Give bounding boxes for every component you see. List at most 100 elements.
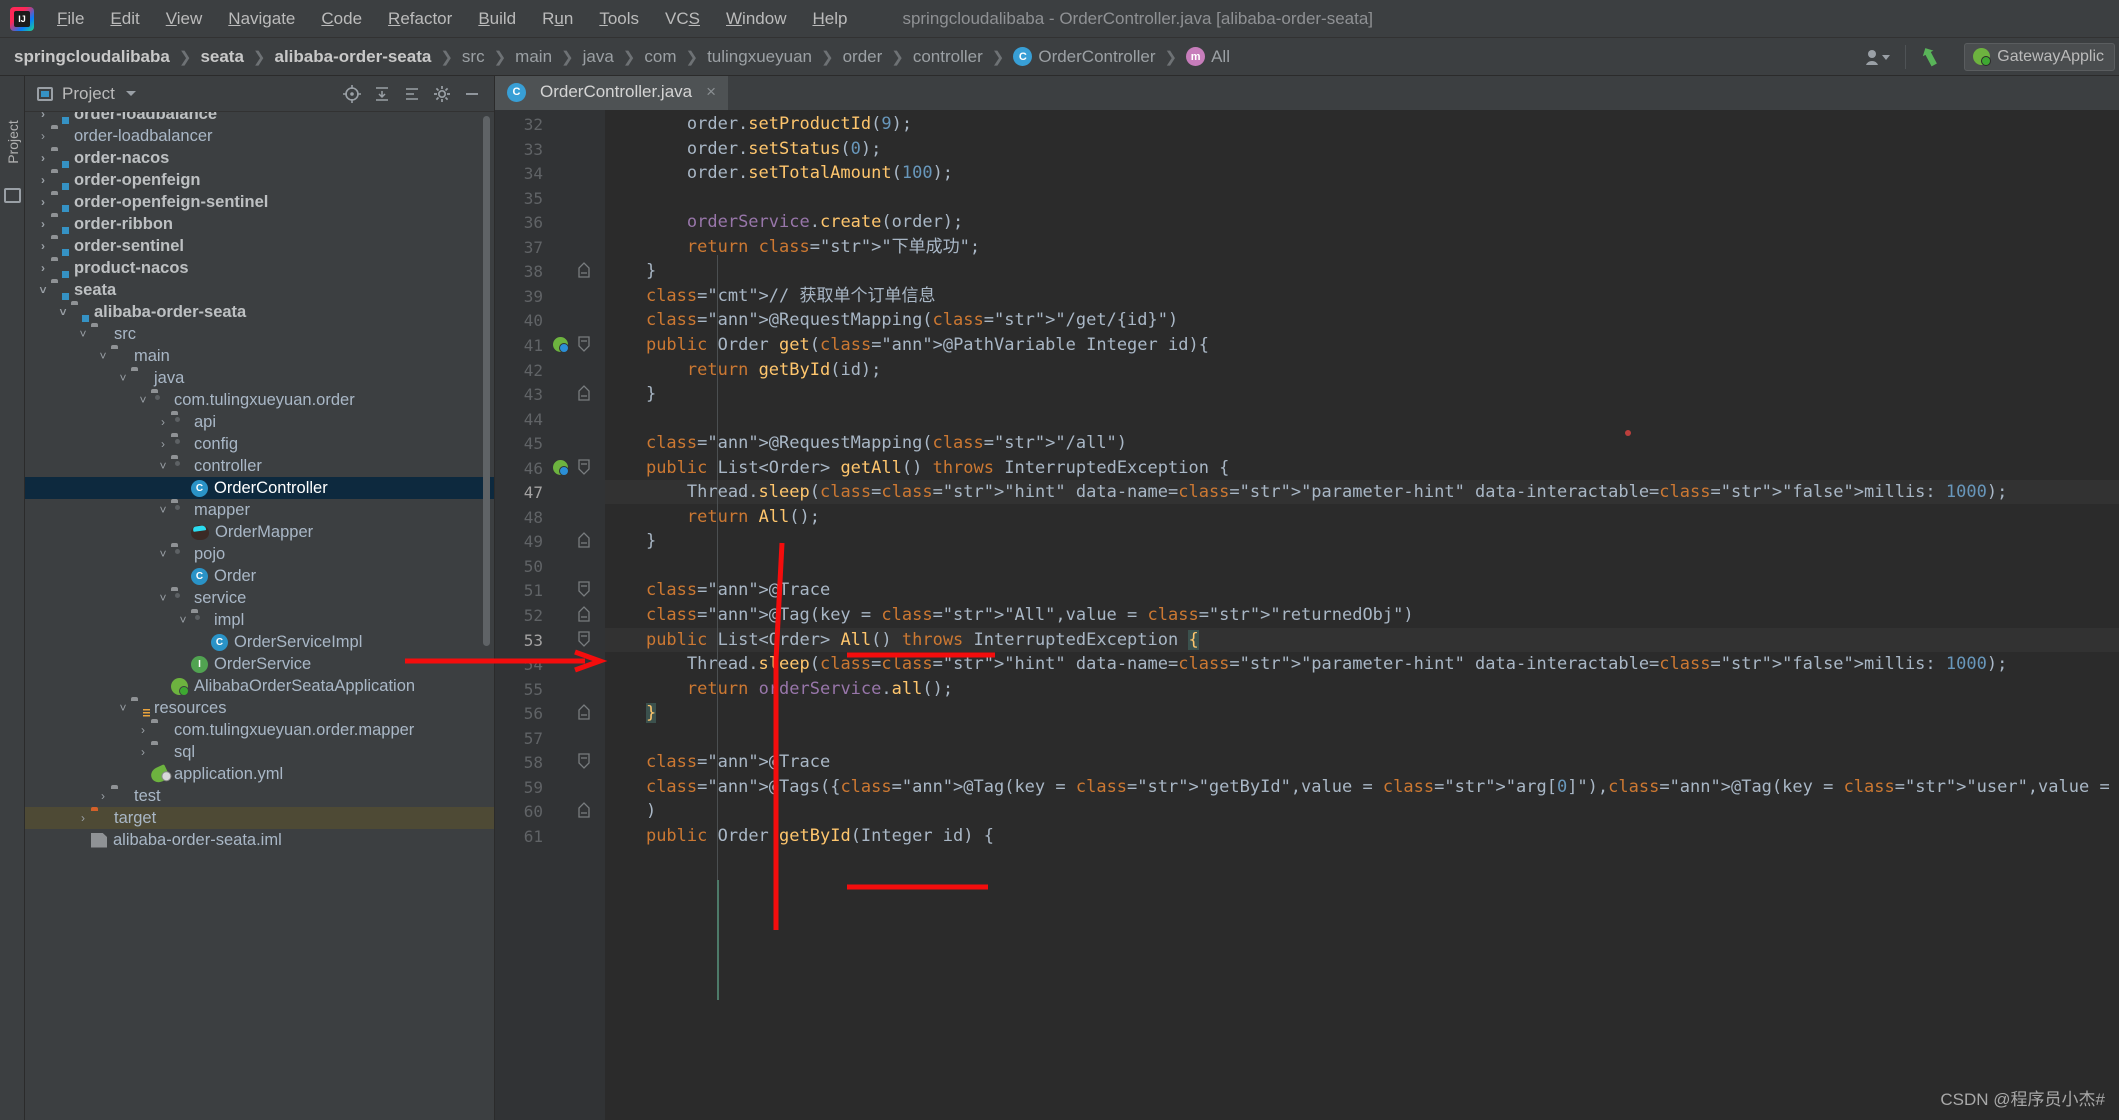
breadcrumb-main[interactable]: main — [515, 47, 552, 67]
fold-end-icon[interactable] — [577, 606, 591, 625]
tree-node-order[interactable]: C Order — [25, 565, 494, 587]
chevron-right-icon[interactable]: › — [35, 195, 51, 209]
tree-node-target[interactable]: › target — [25, 807, 494, 829]
chevron-right-icon[interactable]: › — [155, 415, 171, 429]
menu-window[interactable]: Window — [713, 5, 799, 33]
editor-vertical-scrollbar[interactable] — [2106, 110, 2119, 1120]
tree-node-sql[interactable]: › sql — [25, 741, 494, 763]
collapse-all-icon[interactable] — [368, 80, 396, 108]
breadcrumb-controller[interactable]: controller — [913, 47, 983, 67]
code-line[interactable]: order.setTotalAmount(100); — [605, 161, 953, 186]
tree-node-mapper[interactable]: ˅ mapper — [25, 499, 494, 521]
chevron-down-icon[interactable]: ˅ — [155, 503, 171, 517]
fold-end-icon[interactable] — [577, 532, 591, 551]
tree-node-com-tulingxueyuan-order[interactable]: ˅ com.tulingxueyuan.order — [25, 389, 494, 411]
menu-help[interactable]: Help — [799, 5, 860, 33]
chevron-right-icon[interactable]: › — [35, 151, 51, 165]
code-line[interactable]: } — [605, 529, 656, 554]
chevron-right-icon[interactable]: › — [35, 239, 51, 253]
tree-node-com-tulingxueyuan-order-mapper[interactable]: › com.tulingxueyuan.order.mapper — [25, 719, 494, 741]
chevron-down-icon[interactable]: ˅ — [155, 547, 171, 561]
breadcrumb-com[interactable]: com — [644, 47, 676, 67]
breadcrumb-all-method[interactable]: m All — [1186, 47, 1230, 67]
tree-node-alibaba-order-seata[interactable]: ˅ alibaba-order-seata — [25, 301, 494, 323]
menu-run[interactable]: Run — [529, 5, 586, 33]
menu-vcs[interactable]: VCS — [652, 5, 713, 33]
menu-view[interactable]: View — [153, 5, 216, 33]
chevron-down-icon[interactable] — [125, 91, 136, 96]
breadcrumb-seata[interactable]: seata — [200, 47, 243, 67]
editor-tab-ordercontroller[interactable]: C OrderController.java × — [495, 76, 729, 110]
tree-node-order-openfeign-sentinel[interactable]: › order-openfeign-sentinel — [25, 191, 494, 213]
tree-node-order-loadbalance[interactable]: › order-loadbalance — [25, 112, 494, 125]
project-tree[interactable]: › order-loadbalance › order-loadbalancer › or… — [25, 112, 494, 1120]
chevron-down-icon[interactable]: ˅ — [55, 305, 71, 319]
hide-panel-icon[interactable] — [458, 80, 486, 108]
menu-tools[interactable]: Tools — [586, 5, 652, 33]
menu-refactor[interactable]: Refactor — [375, 5, 465, 33]
fold-end-icon[interactable] — [577, 262, 591, 281]
user-settings-icon[interactable] — [1857, 38, 1899, 76]
breadcrumb-tulingxueyuan[interactable]: tulingxueyuan — [707, 47, 812, 67]
code-line[interactable]: public Order getById(Integer id) { — [605, 824, 994, 849]
tree-node-alibaba-order-seata-iml[interactable]: alibaba-order-seata.iml — [25, 829, 494, 851]
breadcrumb-ordercontroller[interactable]: C OrderController — [1013, 47, 1156, 67]
chevron-right-icon[interactable]: › — [35, 217, 51, 231]
spring-request-mapping-gutter-icon[interactable] — [553, 459, 569, 476]
tree-node-order-sentinel[interactable]: › order-sentinel — [25, 235, 494, 257]
code-line[interactable]: order.setProductId(9); — [605, 112, 912, 137]
breadcrumb-order[interactable]: order — [843, 47, 883, 67]
tree-node-api[interactable]: › api — [25, 411, 494, 433]
tree-node-order-openfeign[interactable]: › order-openfeign — [25, 169, 494, 191]
spring-request-mapping-gutter-icon[interactable] — [553, 336, 569, 353]
code-line[interactable]: class="cmt">// 获取单个订单信息 — [605, 284, 936, 309]
chevron-down-icon[interactable]: ˅ — [95, 349, 111, 363]
tree-node-controller[interactable]: ˅ controller — [25, 455, 494, 477]
code-line[interactable]: return class="str">"下单成功"; — [605, 235, 980, 260]
fold-end-icon[interactable] — [577, 802, 591, 821]
code-editor[interactable]: 32 order.setProductId(9); 33 order.setSta… — [495, 110, 2119, 1120]
chevron-down-icon[interactable]: ˅ — [135, 393, 151, 407]
code-line[interactable]: public Order get(class="ann">@PathVariab… — [605, 333, 1209, 358]
code-line[interactable]: class="ann">@RequestMapping(class="str">… — [605, 308, 1178, 333]
settings-gear-icon[interactable] — [428, 80, 456, 108]
chevron-right-icon[interactable]: › — [35, 129, 51, 143]
tool-window-button-project[interactable]: Project — [5, 116, 21, 168]
chevron-right-icon[interactable]: › — [35, 261, 51, 275]
code-line[interactable]: orderService.create(order); — [605, 210, 963, 235]
menu-build[interactable]: Build — [465, 5, 529, 33]
tree-node-service[interactable]: ˅ service — [25, 587, 494, 609]
tree-node-orderservice[interactable]: I OrderService — [25, 653, 494, 675]
code-line[interactable]: class="ann">@Tag(key = class="str">"All"… — [605, 603, 1414, 628]
tree-node-config[interactable]: › config — [25, 433, 494, 455]
run-configuration-selector[interactable]: GatewayApplic — [1964, 42, 2115, 71]
tree-node-product-nacos[interactable]: › product-nacos — [25, 257, 494, 279]
tree-node-order-loadbalancer[interactable]: › order-loadbalancer — [25, 125, 494, 147]
menu-file[interactable]: File — [44, 5, 97, 33]
code-line[interactable]: return orderService.all(); — [605, 677, 953, 702]
fold-start-icon[interactable] — [577, 581, 591, 600]
code-line[interactable]: public List<Order> All() throws Interrup… — [605, 628, 1199, 653]
close-icon[interactable]: × — [706, 82, 716, 102]
breadcrumb-java[interactable]: java — [583, 47, 614, 67]
chevron-right-icon[interactable]: › — [35, 112, 51, 121]
code-line[interactable]: return getById(id); — [605, 358, 882, 383]
code-line[interactable]: Thread.sleep(class=class="str">"hint" da… — [605, 652, 2007, 677]
code-line[interactable]: public List<Order> getAll() throws Inter… — [605, 456, 1229, 481]
chevron-right-icon[interactable]: › — [75, 811, 91, 825]
chevron-down-icon[interactable]: ˅ — [115, 371, 131, 385]
chevron-down-icon[interactable]: ˅ — [75, 327, 91, 341]
tree-node-application-yml[interactable]: application.yml — [25, 763, 494, 785]
vcs-update-icon[interactable] — [1912, 38, 1954, 76]
chevron-down-icon[interactable]: ˅ — [115, 701, 131, 715]
chevron-down-icon[interactable]: ˅ — [155, 591, 171, 605]
breadcrumb-alibaba-order-seata[interactable]: alibaba-order-seata — [275, 47, 432, 67]
code-line[interactable]: ) — [605, 799, 656, 824]
menu-navigate[interactable]: Navigate — [215, 5, 308, 33]
chevron-right-icon[interactable]: › — [135, 745, 151, 759]
tree-node-orderserviceimpl[interactable]: C OrderServiceImpl — [25, 631, 494, 653]
tree-node-pojo[interactable]: ˅ pojo — [25, 543, 494, 565]
tree-node-seata[interactable]: ˅ seata — [25, 279, 494, 301]
menu-code[interactable]: Code — [308, 5, 375, 33]
tree-node-order-ribbon[interactable]: › order-ribbon — [25, 213, 494, 235]
